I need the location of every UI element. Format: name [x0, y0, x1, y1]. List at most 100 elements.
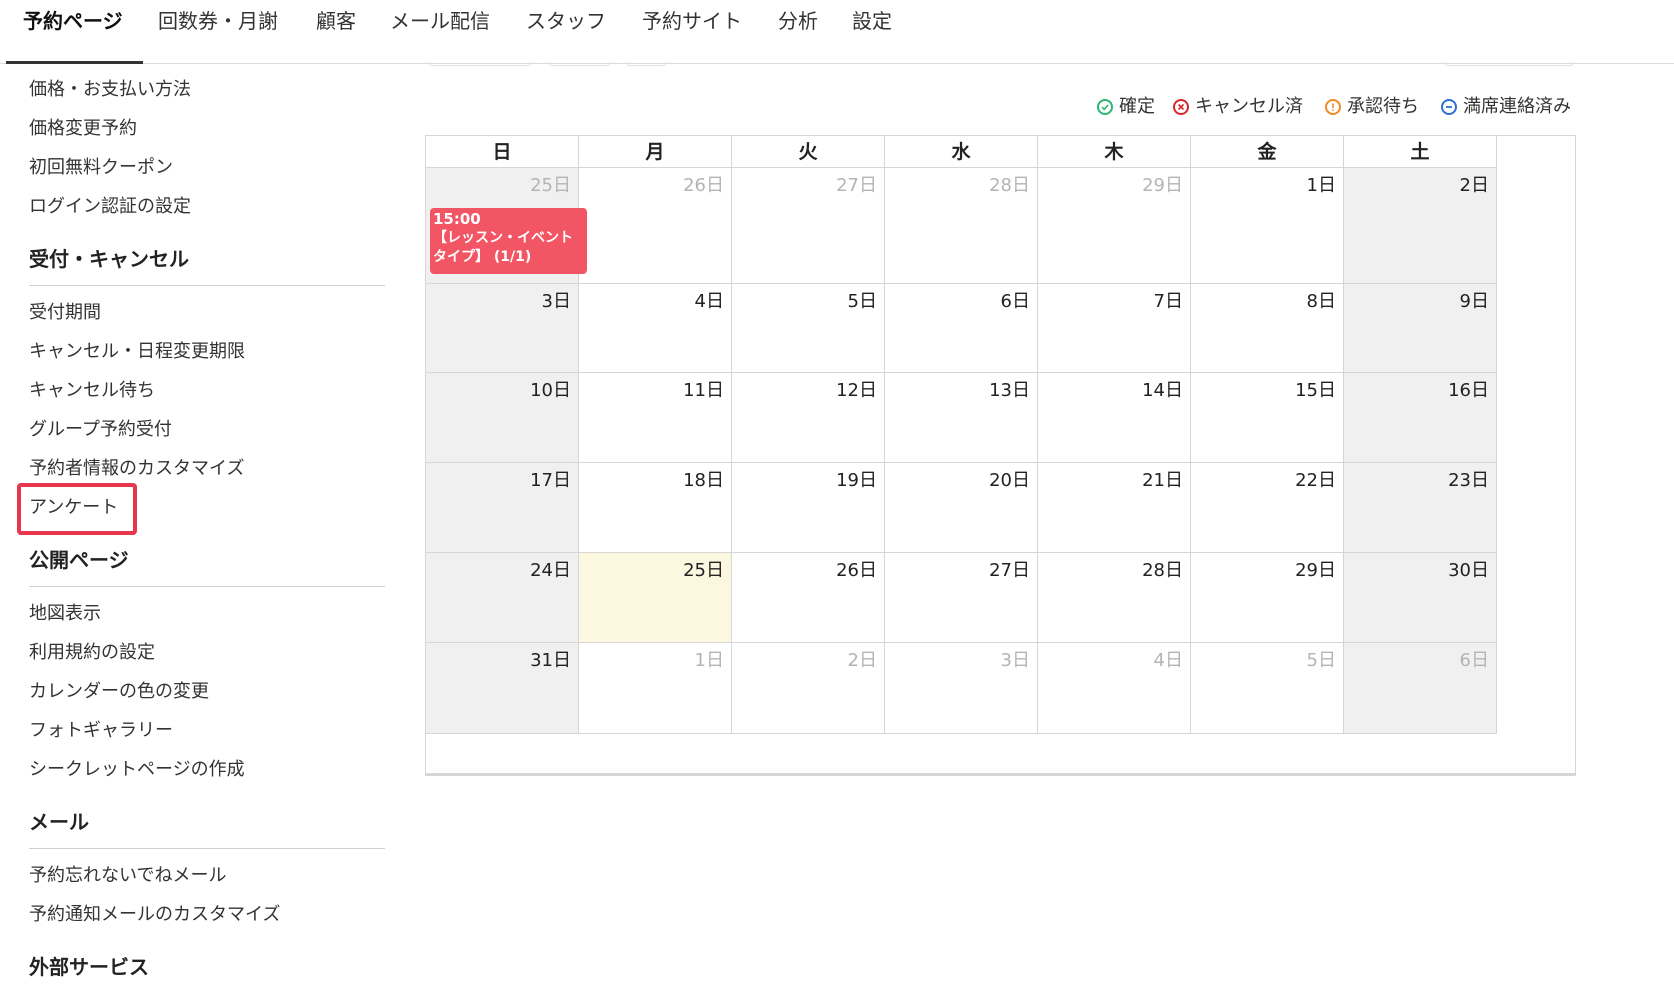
- tab-reservation-page[interactable]: 予約ページ: [23, 6, 123, 36]
- sidebar-item-group-booking[interactable]: グループ予約受付: [29, 418, 172, 442]
- day-number: 4日: [1153, 650, 1183, 671]
- calendar-day-cell[interactable]: 5日: [732, 284, 885, 373]
- tab-settings[interactable]: 設定: [852, 6, 892, 36]
- calendar-day-cell[interactable]: 2日: [732, 643, 885, 734]
- calendar-day-cell[interactable]: 6日: [885, 284, 1038, 373]
- calendar-day-cell[interactable]: 2日: [1344, 168, 1497, 284]
- legend-full-notified: 満席連絡済み: [1441, 94, 1571, 120]
- day-number: 5日: [847, 291, 877, 312]
- calendar-day-cell[interactable]: 16日: [1344, 373, 1497, 463]
- calendar-day-cell[interactable]: 9日: [1344, 284, 1497, 373]
- toolbar-button-edge[interactable]: [548, 62, 610, 66]
- sidebar-item-map[interactable]: 地図表示: [29, 602, 101, 626]
- day-number: 9日: [1459, 291, 1489, 312]
- calendar-day-cell[interactable]: 4日: [1038, 643, 1191, 734]
- calendar-day-cell[interactable]: 29日: [1038, 168, 1191, 284]
- calendar-day-cell[interactable]: 26日: [579, 168, 732, 284]
- day-number: 25日: [530, 175, 571, 196]
- calendar-day-cell[interactable]: 18日: [579, 463, 732, 553]
- legend-cancelled: キャンセル済: [1173, 94, 1303, 120]
- tab-reservation-site[interactable]: 予約サイト: [642, 6, 742, 36]
- day-number: 23日: [1448, 470, 1489, 491]
- calendar-day-cell[interactable]: 1日: [1191, 168, 1344, 284]
- calendar-day-cell[interactable]: 12日: [732, 373, 885, 463]
- day-number: 27日: [836, 175, 877, 196]
- calendar-day-cell[interactable]: 25日 15:00 【レッスン・イベントタイプ】 (1/1): [426, 168, 587, 284]
- sidebar-heading-external: 外部サービス: [29, 955, 149, 979]
- minus-circle-icon: [1441, 99, 1457, 115]
- sidebar-item-customer-fields[interactable]: 予約者情報のカスタマイズ: [29, 457, 244, 481]
- day-number: 26日: [836, 560, 877, 581]
- toolbar-button-edge[interactable]: [626, 62, 666, 66]
- day-number: 10日: [530, 380, 571, 401]
- day-number: 3日: [1000, 650, 1030, 671]
- calendar-day-cell[interactable]: 19日: [732, 463, 885, 553]
- tab-analytics[interactable]: 分析: [778, 6, 818, 36]
- calendar-day-cell[interactable]: 13日: [885, 373, 1038, 463]
- sidebar-item-login-auth[interactable]: ログイン認証の設定: [29, 195, 191, 219]
- calendar-day-cell[interactable]: 8日: [1191, 284, 1344, 373]
- calendar-day-cell[interactable]: 17日: [426, 463, 579, 553]
- toolbar-button-edge[interactable]: [1444, 62, 1574, 66]
- sidebar-item-reception-period[interactable]: 受付期間: [29, 301, 101, 325]
- day-number: 30日: [1448, 560, 1489, 581]
- sidebar-item-first-coupon[interactable]: 初回無料クーポン: [29, 156, 173, 180]
- day-number: 24日: [530, 560, 571, 581]
- calendar-day-cell[interactable]: 29日: [1191, 553, 1344, 643]
- tab-tickets-monthly[interactable]: 回数券・月謝: [158, 6, 278, 36]
- sidebar-item-price-payment[interactable]: 価格・お支払い方法: [29, 78, 191, 102]
- calendar-day-cell[interactable]: 15日: [1191, 373, 1344, 463]
- sidebar-item-waitlist[interactable]: キャンセル待ち: [29, 379, 155, 403]
- weekday-header-fri: 金: [1191, 136, 1344, 168]
- calendar-day-cell[interactable]: 26日: [732, 553, 885, 643]
- calendar-day-cell[interactable]: 10日: [426, 373, 579, 463]
- calendar-event[interactable]: 15:00 【レッスン・イベントタイプ】 (1/1): [430, 208, 587, 274]
- sidebar-item-notify-mail[interactable]: 予約通知メールのカスタマイズ: [29, 903, 280, 927]
- calendar-day-cell[interactable]: 6日: [1344, 643, 1497, 734]
- sidebar-item-cancel-deadline[interactable]: キャンセル・日程変更期限: [29, 340, 245, 364]
- calendar-day-cell[interactable]: 30日: [1344, 553, 1497, 643]
- sidebar-item-photo-gallery[interactable]: フォトギャラリー: [29, 719, 173, 743]
- calendar-day-cell[interactable]: 28日: [1038, 553, 1191, 643]
- day-number: 8日: [1306, 291, 1336, 312]
- tab-mail-delivery[interactable]: メール配信: [390, 6, 490, 36]
- calendar-day-cell[interactable]: 7日: [1038, 284, 1191, 373]
- calendar-day-cell[interactable]: 4日: [579, 284, 732, 373]
- calendar-day-cell[interactable]: 23日: [1344, 463, 1497, 553]
- calendar-day-cell[interactable]: 22日: [1191, 463, 1344, 553]
- calendar-day-cell-today[interactable]: 25日: [579, 553, 732, 643]
- day-number: 16日: [1448, 380, 1489, 401]
- calendar-day-cell[interactable]: 21日: [1038, 463, 1191, 553]
- day-number: 6日: [1459, 650, 1489, 671]
- calendar-day-cell[interactable]: 5日: [1191, 643, 1344, 734]
- sidebar-item-secret-page[interactable]: シークレットページの作成: [29, 758, 245, 782]
- sidebar-item-terms[interactable]: 利用規約の設定: [29, 641, 155, 665]
- sidebar-item-price-change[interactable]: 価格変更予約: [29, 117, 137, 141]
- sidebar-heading-public-page: 公開ページ: [29, 548, 129, 572]
- day-number: 1日: [1306, 175, 1336, 196]
- tab-customers[interactable]: 顧客: [316, 6, 356, 36]
- tab-staff[interactable]: スタッフ: [526, 6, 606, 36]
- calendar-day-cell[interactable]: 27日: [885, 553, 1038, 643]
- sidebar-divider: [29, 586, 385, 587]
- sidebar-item-reminder-mail[interactable]: 予約忘れないでねメール: [29, 864, 226, 888]
- day-number: 14日: [1142, 380, 1183, 401]
- calendar-day-cell[interactable]: 3日: [426, 284, 579, 373]
- calendar-day-cell[interactable]: 31日: [426, 643, 579, 734]
- calendar-day-cell[interactable]: 11日: [579, 373, 732, 463]
- day-number: 20日: [989, 470, 1030, 491]
- calendar-day-cell[interactable]: 14日: [1038, 373, 1191, 463]
- weekday-header-sat: 土: [1344, 136, 1497, 168]
- calendar-day-cell[interactable]: 27日: [732, 168, 885, 284]
- event-time: 15:00: [433, 210, 481, 228]
- sidebar-item-calendar-color[interactable]: カレンダーの色の変更: [29, 680, 209, 704]
- toolbar-button-edge[interactable]: [428, 62, 532, 66]
- calendar-day-cell[interactable]: 1日: [579, 643, 732, 734]
- day-number: 11日: [683, 380, 724, 401]
- calendar-day-cell[interactable]: 28日: [885, 168, 1038, 284]
- calendar-day-cell[interactable]: 3日: [885, 643, 1038, 734]
- day-number: 28日: [1142, 560, 1183, 581]
- calendar-day-cell[interactable]: 24日: [426, 553, 579, 643]
- calendar-day-cell[interactable]: 20日: [885, 463, 1038, 553]
- day-number: 5日: [1306, 650, 1336, 671]
